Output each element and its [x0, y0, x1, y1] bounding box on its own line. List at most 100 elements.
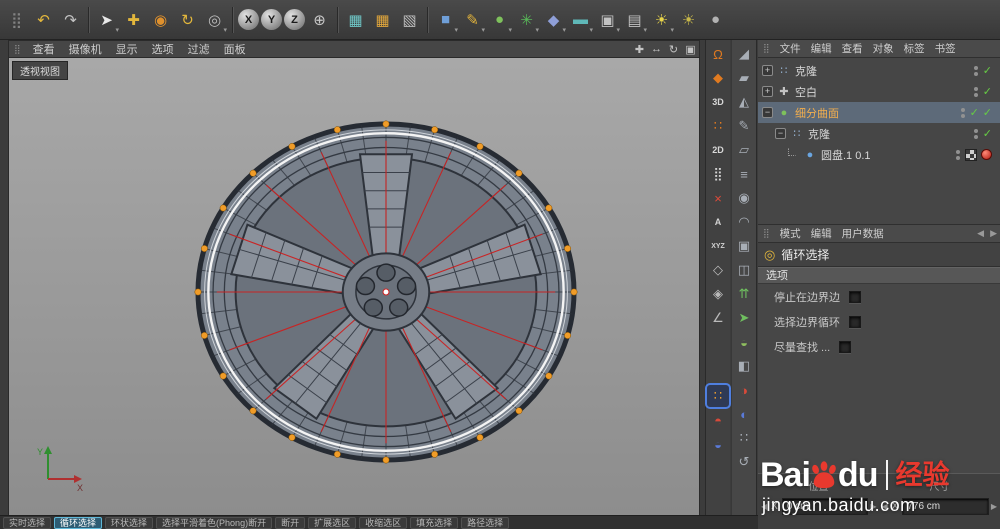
viewport-menu-item-1[interactable]: 摄像机 [62, 41, 109, 57]
panel-nav-left-icon[interactable]: ◀ [974, 228, 987, 239]
texture-tag-icon[interactable] [965, 148, 977, 161]
tree-expander[interactable]: − [762, 107, 773, 118]
pan-view-icon[interactable]: ✚ [631, 43, 648, 56]
axis-center-icon[interactable]: ◑ [733, 379, 755, 401]
tree-expander[interactable]: − [775, 128, 786, 139]
loop-selection-tool-icon[interactable]: ∷ [705, 383, 731, 409]
weld-tool-icon[interactable]: ◉ [733, 187, 755, 209]
render-view-button[interactable]: ▦ [343, 7, 368, 32]
reset-tool-icon[interactable]: ↺ [733, 451, 755, 473]
array-tool-icon[interactable]: ∷ [733, 427, 755, 449]
material-sphere-button[interactable]: ● [703, 7, 728, 32]
attribute-manager-menu-item-1[interactable]: 编辑 [806, 225, 837, 242]
live-selection-icon[interactable]: ➤ ▾ [94, 7, 119, 35]
tree-expander[interactable]: + [762, 65, 773, 76]
bottom-tab-2[interactable]: 环状选择 [105, 516, 154, 529]
bottom-tab-4[interactable]: 断开 [275, 516, 306, 529]
viewport-menu-item-0[interactable]: 查看 [26, 41, 62, 57]
camera-button[interactable]: ▣ ▾ [595, 7, 620, 35]
scale-tool-icon[interactable]: ◉ [148, 7, 173, 32]
palette-grip-icon[interactable]: ⣿ [4, 7, 29, 32]
primitive-cube-button[interactable]: ■ ▾ [433, 7, 458, 34]
enabled-check-icon[interactable]: ✓ [970, 106, 979, 119]
close-hole-icon[interactable]: ▣ [733, 235, 755, 257]
size-x-field[interactable]: 776 cm [902, 498, 989, 515]
move-tool-icon[interactable]: ✚ [121, 7, 146, 32]
material-tag-icon[interactable] [981, 149, 992, 160]
visibility-dots-icon[interactable] [956, 149, 960, 160]
spinner-left-icon[interactable]: ◀ [882, 502, 888, 511]
bridge-tool-icon[interactable]: ≡ [733, 163, 755, 185]
enabled-check-icon[interactable]: ✓ [983, 85, 992, 98]
toggle-view-icon[interactable]: ▣ [682, 43, 699, 56]
spinner-left-icon[interactable]: ◀ [761, 502, 767, 511]
tweak-tool-icon[interactable]: ◢ [733, 43, 755, 65]
attribute-manager-menu-item-2[interactable]: 用户数据 [837, 225, 889, 242]
position-x-field[interactable]: 0 cm [781, 498, 869, 515]
axis-xyz-icon[interactable]: XYZ [707, 235, 729, 257]
bottom-tab-1[interactable]: 循环选择 [54, 516, 103, 529]
brush-tool-icon[interactable]: ◠ [733, 211, 755, 233]
light-button[interactable]: ☀ ▾ [649, 7, 674, 35]
viewport-menu-item-5[interactable]: 面板 [217, 41, 253, 57]
object-manager-menu-item-4[interactable]: 标签 [899, 40, 930, 57]
snap-3d-icon[interactable]: 3D [707, 91, 729, 113]
bottom-tab-8[interactable]: 路径选择 [461, 516, 510, 529]
object-row-disc[interactable]: ● 圆盘.1 0.1 [758, 144, 1000, 165]
panel-grip-icon[interactable]: ⣿ [758, 43, 775, 54]
enabled-check-icon[interactable]: ✓ [983, 64, 992, 77]
lock-y-button[interactable]: Y [261, 9, 282, 30]
display-button[interactable]: ▤ ▾ [622, 7, 647, 35]
coord-system-button[interactable]: ⊕ [307, 7, 332, 32]
zoom-view-icon[interactable]: ↔ [648, 43, 665, 55]
last-tool-icon[interactable]: ◎ ▾ [202, 7, 227, 35]
perspective-viewport[interactable]: 透视视图 Y X [8, 58, 700, 515]
rotate-tool-icon[interactable]: ↻ [175, 7, 200, 32]
attribute-manager-menu-item-0[interactable]: 模式 [775, 225, 806, 242]
subdivision-surface-button[interactable]: ● ▾ [487, 7, 512, 34]
lock-x-button[interactable]: X [238, 9, 259, 30]
snap-vertex-icon[interactable]: ◆ [707, 67, 729, 89]
redo-icon[interactable]: ↷ [58, 7, 83, 32]
visibility-dots-icon[interactable] [973, 128, 978, 139]
normal-scale-icon[interactable]: ◒ [733, 331, 755, 353]
object-row-cloner[interactable]: − ∷ 克隆 ✓ [758, 123, 1000, 144]
polygon-pen-icon[interactable]: ▱ [733, 139, 755, 161]
spline-pen-button[interactable]: ✎ ▾ [460, 7, 485, 35]
object-manager-menu-item-3[interactable]: 对象 [868, 40, 899, 57]
bottom-tab-0[interactable]: 实时选择 [3, 516, 52, 529]
spinner-right-icon[interactable]: ▶ [870, 502, 876, 511]
split-tool-icon[interactable]: ◧ [733, 355, 755, 377]
select-boundary-loop-checkbox[interactable] [849, 315, 861, 328]
workplane-icon[interactable]: ◇ [707, 259, 729, 281]
panel-grip-icon[interactable]: ⣿ [758, 228, 775, 239]
grid-points-icon[interactable]: ⣿ [707, 163, 729, 185]
workplane-lock-icon[interactable]: ◈ [707, 283, 729, 305]
knife-tool-icon[interactable]: ✎ [733, 115, 755, 137]
snap-enable-icon[interactable]: Ω [707, 43, 729, 65]
mograph-button[interactable]: ✳ ▾ [514, 7, 539, 35]
visibility-dots-icon[interactable] [973, 65, 978, 76]
quantize-icon[interactable]: ∠ [707, 307, 729, 329]
viewport-menu-item-4[interactable]: 过滤 [181, 41, 217, 57]
environment-button[interactable]: ▬ ▾ [568, 7, 593, 34]
bottom-tab-5[interactable]: 扩展选区 [308, 516, 357, 529]
snap-disable-icon[interactable]: × [707, 187, 729, 209]
object-row-cloner[interactable]: + ∷ 克隆 ✓ [758, 60, 1000, 81]
object-row-null[interactable]: + ✚ 空白 ✓ [758, 81, 1000, 102]
object-manager-menu-item-2[interactable]: 查看 [837, 40, 868, 57]
edge-cut-icon[interactable]: ◫ [733, 259, 755, 281]
render-settings-button[interactable]: ▧ [397, 7, 422, 32]
light2-button[interactable]: ☀ [676, 7, 701, 32]
viewport-menu-item-3[interactable]: 选项 [145, 41, 181, 57]
deformer-button[interactable]: ◆ ▾ [541, 7, 566, 35]
object-row-sds[interactable]: − ● 细分曲面 ✓ ✓ [758, 102, 1000, 123]
smooth-shift-icon[interactable]: ⇈ [733, 283, 755, 305]
object-manager-menu-item-0[interactable]: 文件 [775, 40, 806, 57]
tree-expander[interactable]: + [762, 86, 773, 97]
bevel-tool-icon[interactable]: ◭ [733, 91, 755, 113]
panel-grip-icon[interactable]: ⣿ [9, 44, 26, 55]
render-picture-button[interactable]: ▦ [370, 7, 395, 32]
viewport-menu-item-2[interactable]: 显示 [109, 41, 145, 57]
spinner-right-icon[interactable]: ▶ [991, 502, 997, 511]
